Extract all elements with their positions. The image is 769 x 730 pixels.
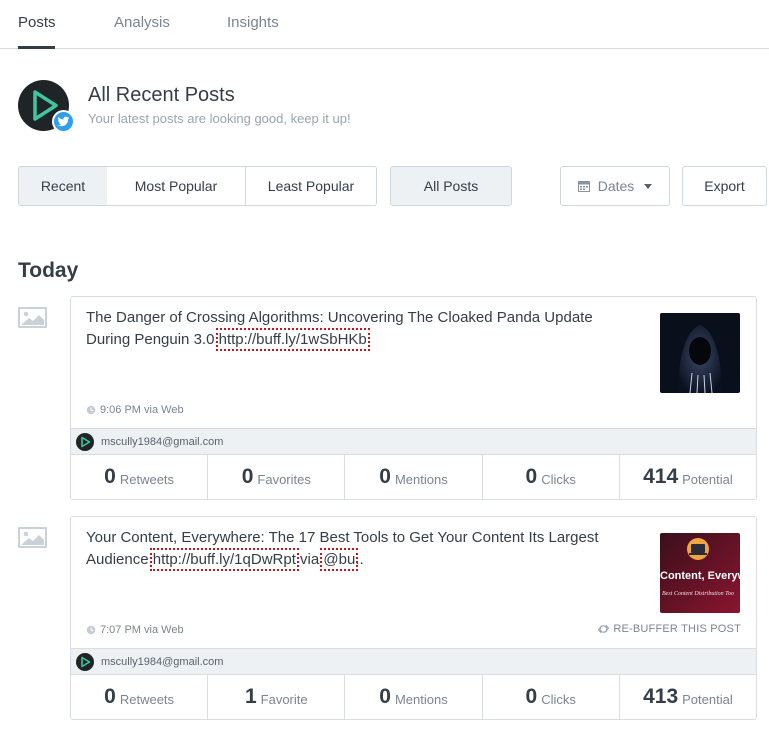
post-text: The Danger of Crossing Algorithms: Uncov… bbox=[86, 307, 626, 351]
account-avatar bbox=[76, 652, 94, 671]
calendar-icon bbox=[577, 181, 590, 192]
stat-potential: 414 Potential bbox=[620, 455, 756, 499]
stat-label: Mentions bbox=[394, 472, 448, 487]
stat-label: Clicks bbox=[541, 692, 576, 707]
active-tab-indicator bbox=[18, 46, 55, 49]
buffer-logo-icon bbox=[81, 436, 91, 447]
sort-recent-button[interactable]: Recent bbox=[18, 166, 108, 206]
post-card: Your Content, Everywhere: The 17 Best To… bbox=[70, 516, 757, 720]
thumbnail-title: Content, Everyw bbox=[660, 570, 740, 582]
post-meta: 7:07 PM via Web bbox=[86, 624, 184, 636]
stat-value: 414 bbox=[643, 465, 679, 488]
thumbnail-subtitle: Best Content Distribution Too bbox=[662, 591, 734, 597]
stat-label: Mentions bbox=[394, 692, 448, 707]
content-distribution-image: Content, Everyw Best Content Distributio… bbox=[660, 533, 740, 613]
tab-bar: Posts Analysis Insights bbox=[0, 0, 769, 49]
post-stats: 0 Retweets 0 Favorites 0 Mentions 0 Clicks 4… bbox=[71, 455, 756, 499]
stat-value: 0 bbox=[379, 465, 391, 488]
clock-icon bbox=[86, 405, 96, 415]
post-link[interactable]: http://buff.ly/1qDwRpt bbox=[149, 548, 299, 571]
image-placeholder-icon bbox=[18, 527, 47, 548]
all-posts-button[interactable]: All Posts bbox=[390, 166, 512, 206]
post-time: 7:07 PM via Web bbox=[100, 624, 184, 636]
clock-icon bbox=[86, 625, 96, 635]
stat-value: 0 bbox=[525, 465, 538, 488]
post-stats: 0 Retweets 1 Favorite 0 Mentions 0 Clicks 41… bbox=[71, 675, 756, 719]
tab-posts[interactable]: Posts bbox=[18, 14, 56, 31]
dates-label: Dates bbox=[597, 178, 635, 194]
stat-value: 0 bbox=[241, 465, 254, 488]
twitter-icon bbox=[52, 110, 75, 133]
page-title: All Recent Posts bbox=[88, 84, 235, 106]
stat-label: Retweets bbox=[119, 692, 175, 707]
tab-insights[interactable]: Insights bbox=[227, 14, 279, 31]
rebuffer-button[interactable]: RE-BUFFER THIS POST bbox=[598, 623, 741, 635]
stat-mentions: 0 Mentions bbox=[345, 455, 483, 499]
stat-retweets: 0 Retweets bbox=[71, 455, 209, 499]
stat-mentions: 0 Mentions bbox=[345, 675, 483, 719]
sort-most-popular-button[interactable]: Most Popular bbox=[107, 166, 246, 206]
mention-link[interactable]: @bu bbox=[320, 548, 359, 571]
export-button[interactable]: Export bbox=[682, 166, 767, 206]
stat-value: 1 bbox=[244, 685, 257, 708]
stat-value: 0 bbox=[104, 685, 116, 708]
rebuffer-label: RE-BUFFER THIS POST bbox=[613, 623, 741, 635]
stat-label: Potential bbox=[682, 472, 733, 487]
image-placeholder-icon bbox=[18, 307, 47, 328]
buffer-logo-icon bbox=[81, 656, 91, 667]
account-email: mscully1984@gmail.com bbox=[101, 655, 224, 668]
hooded-figure-image bbox=[660, 313, 740, 393]
stat-label: Favorites bbox=[257, 472, 311, 487]
post-body-via: via bbox=[295, 551, 324, 568]
stat-clicks: 0 Clicks bbox=[483, 675, 620, 719]
stat-label: Retweets bbox=[119, 472, 175, 487]
stat-value: 413 bbox=[643, 685, 679, 708]
post-account-bar: mscully1984@gmail.com bbox=[71, 648, 756, 675]
stat-clicks: 0 Clicks bbox=[483, 455, 620, 499]
stat-potential: 413 Potential bbox=[620, 675, 756, 719]
post-link[interactable]: http://buff.ly/1wSbHKb bbox=[215, 328, 370, 351]
account-avatar bbox=[76, 432, 94, 451]
stat-value: 0 bbox=[104, 465, 116, 488]
section-heading: Today bbox=[18, 259, 79, 282]
stat-value: 0 bbox=[379, 685, 391, 708]
post-card: The Danger of Crossing Algorithms: Uncov… bbox=[70, 296, 757, 500]
post-thumbnail: Content, Everyw Best Content Distributio… bbox=[660, 533, 740, 613]
post-account-bar: mscully1984@gmail.com bbox=[71, 428, 756, 455]
post-time: 9:06 PM via Web bbox=[100, 404, 184, 416]
sort-least-popular-button[interactable]: Least Popular bbox=[245, 166, 377, 206]
stat-favorites: 1 Favorite bbox=[208, 675, 346, 719]
page-subtitle: Your latest posts are looking good, keep… bbox=[88, 111, 351, 126]
stat-label: Favorite bbox=[260, 692, 308, 707]
chevron-down-icon bbox=[644, 183, 653, 189]
dates-dropdown[interactable]: Dates bbox=[560, 166, 670, 206]
stat-favorites: 0 Favorites bbox=[208, 455, 346, 499]
post-meta: 9:06 PM via Web bbox=[86, 404, 184, 416]
tab-analysis[interactable]: Analysis bbox=[114, 14, 170, 31]
post-text: Your Content, Everywhere: The 17 Best To… bbox=[86, 527, 626, 571]
stat-label: Clicks bbox=[541, 472, 576, 487]
rebuffer-icon bbox=[598, 624, 610, 634]
stat-retweets: 0 Retweets bbox=[71, 675, 209, 719]
post-thumbnail bbox=[660, 313, 740, 393]
post-body-ellipsis: .. bbox=[355, 551, 364, 568]
stat-value: 0 bbox=[525, 685, 538, 708]
account-email: mscully1984@gmail.com bbox=[101, 435, 224, 448]
stat-label: Potential bbox=[682, 692, 733, 707]
